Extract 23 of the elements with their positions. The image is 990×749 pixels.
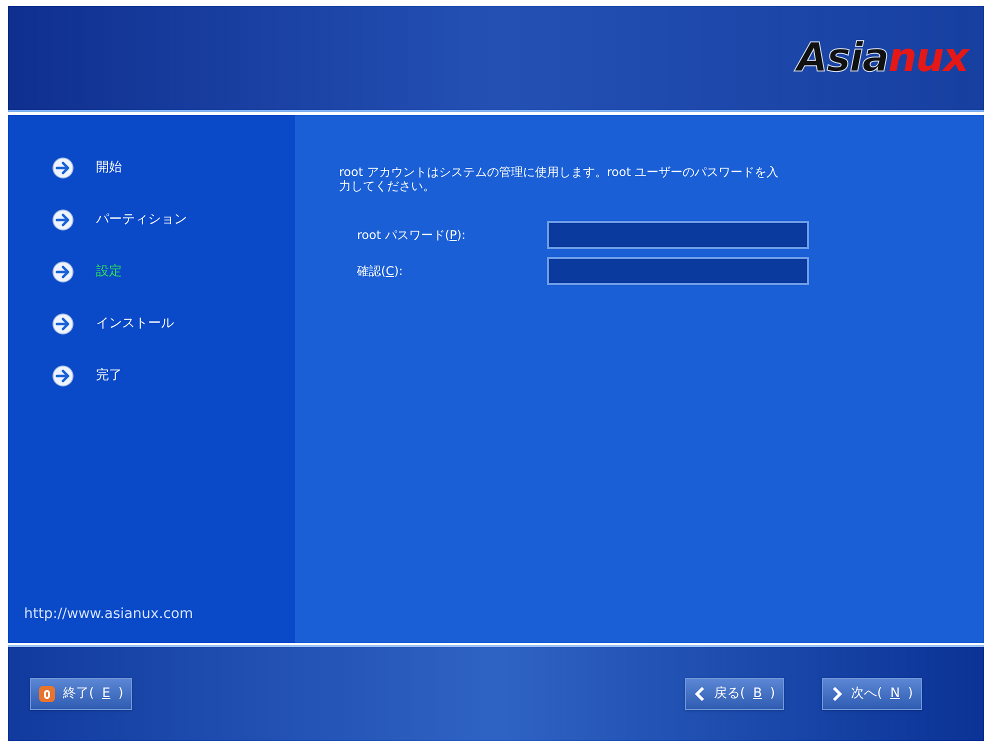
arrow-circle-icon — [52, 261, 74, 283]
step-label: インストール — [96, 315, 174, 334]
logo: Asianux — [796, 28, 968, 88]
power-icon — [39, 686, 55, 702]
arrow-circle-icon — [52, 365, 74, 387]
arrow-circle-icon — [52, 313, 74, 335]
website-url[interactable]: http://www.asianux.com — [24, 604, 295, 625]
intro-text: root アカウントはシステムの管理に使用します。root ユーザーのパスワードを入力してください。 — [339, 165, 780, 193]
step-label: 完了 — [96, 367, 122, 386]
chevron-right-icon — [831, 687, 844, 701]
chevron-left-icon — [694, 687, 706, 701]
step-label: 開始 — [96, 159, 122, 178]
password-field[interactable] — [547, 257, 809, 285]
arrow-circle-icon — [52, 209, 74, 231]
step-label: パーティション — [96, 211, 187, 230]
field-label: 確認(C): — [357, 263, 404, 280]
next-button[interactable]: 次へ( N ) — [822, 678, 922, 710]
password-field[interactable] — [547, 221, 809, 249]
exit-button[interactable]: 終了( E ) — [30, 678, 132, 710]
step-label: 設定 — [96, 263, 122, 282]
arrow-circle-icon — [52, 157, 74, 179]
back-button[interactable]: 戻る( B ) — [685, 678, 784, 710]
field-label: root パスワード(P): — [357, 227, 467, 244]
